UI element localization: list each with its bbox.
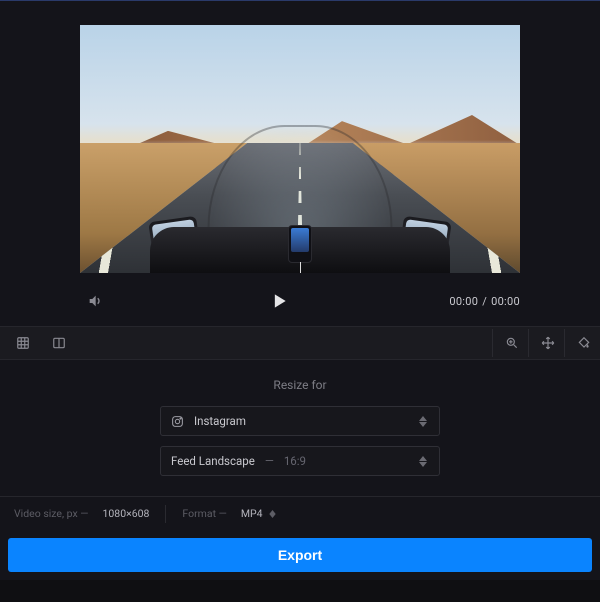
stepper-icon [419,447,433,475]
play-button[interactable] [269,291,289,311]
toolbar [0,326,600,360]
footer-info: Video size, px — 1080×608 Format — MP4 [0,496,600,530]
instagram-icon [171,415,184,428]
current-time: 00:00 [449,295,478,308]
move-icon[interactable] [528,329,556,357]
time-display: 00:00 / 00:00 [449,295,520,308]
platform-label: Instagram [194,414,246,428]
split-view-icon[interactable] [44,329,72,357]
stepper-icon [419,407,433,435]
fill-icon[interactable] [564,329,592,357]
video-size-value: 1080×608 [103,507,150,520]
zoom-icon[interactable] [492,329,520,357]
preset-label: Feed Landscape [171,454,255,468]
video-preview[interactable] [80,25,520,273]
format-label: Format — [182,507,226,520]
preset-select[interactable]: Feed Landscape — 16:9 [160,446,440,476]
platform-select[interactable]: Instagram [160,406,440,436]
format-value: MP4 [241,507,263,520]
total-time: 00:00 [491,295,520,308]
volume-icon[interactable] [80,287,108,315]
export-button[interactable]: Export [8,538,592,572]
preset-ratio: 16:9 [284,454,306,468]
grid-icon[interactable] [8,329,36,357]
panel-title: Resize for [0,378,600,392]
format-select[interactable]: MP4 [241,507,276,520]
video-size-label: Video size, px — [14,507,89,520]
stepper-icon [269,510,276,518]
